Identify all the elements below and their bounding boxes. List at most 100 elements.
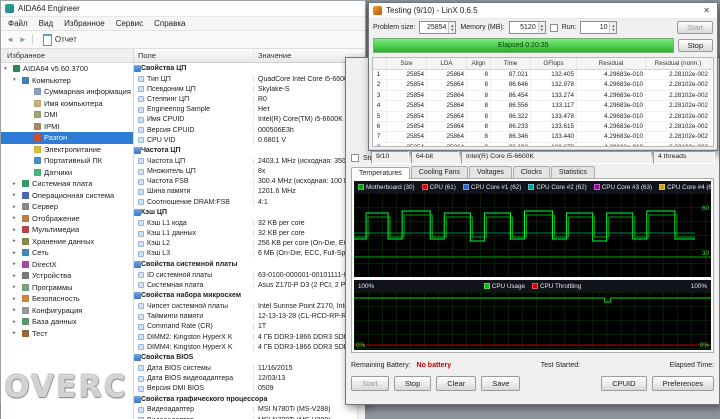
menu-item[interactable]: Справка bbox=[154, 19, 185, 28]
back-icon[interactable]: ◄ bbox=[6, 35, 14, 44]
table-row[interactable]: Версия CPUID 000506E3h bbox=[134, 125, 365, 135]
table-row[interactable]: Кэш L1 кода 32 KB per core bbox=[134, 218, 365, 228]
table-section-row[interactable]: Частота ЦП bbox=[134, 145, 365, 156]
tree-item[interactable]: Суммарная информация bbox=[1, 86, 133, 98]
problem-size-value[interactable]: 25854 bbox=[420, 22, 448, 33]
linx-titlebar[interactable]: Testing (9/10) - LinX 0.6.5 ✕ bbox=[369, 3, 717, 19]
grid-row[interactable]: 1 25854 25864 8 87.021 132.405 4.29683e-010 2.2… bbox=[373, 70, 713, 81]
table-row[interactable]: Частота FSB300.4 MHz (исходная: 100 MHz,… bbox=[134, 177, 365, 187]
run-value[interactable]: 10 bbox=[581, 22, 609, 33]
spinner-down-icon[interactable]: ▼ bbox=[540, 27, 544, 32]
linx-stop-button[interactable]: Stop bbox=[677, 39, 713, 52]
tree-item[interactable]: ▸ Системная плата bbox=[1, 178, 133, 190]
legend-item[interactable]: CPU Core #4 (60) bbox=[659, 184, 711, 191]
close-icon[interactable]: ✕ bbox=[700, 6, 713, 15]
spinner-down-icon[interactable]: ▼ bbox=[611, 27, 615, 32]
tree-item[interactable]: ▸ Мультимедиа bbox=[1, 224, 133, 236]
tree-item[interactable]: IPMI bbox=[1, 121, 133, 133]
legend-item[interactable]: CPU Usage bbox=[483, 283, 525, 290]
field-column-header[interactable]: Поле bbox=[134, 51, 254, 60]
table-row[interactable]: Кэш L3 6 МБ (On-Die, ECC, Full-Speed) bbox=[134, 249, 365, 259]
table-row[interactable]: Дата BIOS системы 11/16/2015 bbox=[134, 363, 365, 373]
grid-row[interactable]: 4 25854 25864 8 86.556 133.117 4.29683e-010 2.2… bbox=[373, 101, 713, 112]
tree-item[interactable]: ▸ Сервер bbox=[1, 201, 133, 213]
legend-item[interactable]: CPU Throttling bbox=[532, 283, 581, 290]
table-row[interactable]: DIMM2: Kingston HyperX K4 ГБ DDR3-1866 D… bbox=[134, 332, 365, 342]
stop-button[interactable]: Stop bbox=[393, 376, 432, 391]
legend-item[interactable]: CPU (61) bbox=[421, 184, 456, 191]
table-section-row[interactable]: Кэш ЦП bbox=[134, 207, 365, 218]
save-button[interactable]: Save bbox=[481, 376, 521, 391]
table-row[interactable]: Системная плата Asus Z170-P D3 (2 PCI, 2 … bbox=[134, 280, 365, 290]
tree-item[interactable]: ▾ Компьютер bbox=[1, 75, 133, 87]
menu-item[interactable]: Избранное bbox=[64, 19, 105, 28]
grid-row[interactable]: 7 25854 25864 8 86.346 133.440 4.29683e-010 2.2… bbox=[373, 132, 713, 143]
menu-item[interactable]: Файл bbox=[8, 19, 28, 28]
grid-row[interactable]: 3 25854 25864 8 86.454 133.274 4.29683e-010 2.2… bbox=[373, 90, 713, 102]
grid-row[interactable]: 6 25854 25864 8 86.233 133.615 4.29683e-010 2.2… bbox=[373, 121, 713, 133]
menu-item[interactable]: Сервис bbox=[116, 19, 143, 28]
tree-item[interactable]: ▸ Операционная система bbox=[1, 190, 133, 202]
tree-item[interactable]: ▾ AIDA64 v5.60.3700 bbox=[1, 63, 133, 75]
memory-value[interactable]: 5120 bbox=[510, 22, 538, 33]
table-row[interactable]: Версия DMI BIOS 0509 bbox=[134, 384, 365, 394]
legend-item[interactable]: Motherboard (30) bbox=[358, 184, 415, 191]
tree-item[interactable]: ▸ База данных bbox=[1, 316, 133, 328]
table-section-row[interactable]: Свойства BIOS bbox=[134, 352, 365, 363]
tab-statistics[interactable]: Statistics bbox=[550, 166, 595, 178]
tree-item[interactable]: ▸ Тест bbox=[1, 328, 133, 340]
stress-gpu-checkbox[interactable] bbox=[351, 154, 359, 162]
tree-item[interactable]: ▸ Конфигурация bbox=[1, 305, 133, 317]
tab-cooling-fans[interactable]: Cooling Fans bbox=[410, 166, 469, 178]
run-stepper[interactable]: 10 ▲ ▼ bbox=[580, 21, 618, 34]
grid-row[interactable]: 82585425864886.192133.6794.29683e-0102.2… bbox=[373, 142, 713, 146]
menu-item[interactable]: Вид bbox=[39, 19, 53, 28]
table-row[interactable]: Чипсет системной платы Intel Sunrise Poin… bbox=[134, 301, 365, 311]
tree-item[interactable]: ▸ Сеть bbox=[1, 247, 133, 259]
table-row[interactable]: Частота ЦП 2403.1 MHz (исходная: 3500 MHz… bbox=[134, 156, 365, 166]
tab-temperatures[interactable]: Temperatures bbox=[351, 167, 410, 179]
tree-item[interactable]: ▸ Хранение данных bbox=[1, 236, 133, 248]
tree-item[interactable]: ▸ Безопасность bbox=[1, 293, 133, 305]
tree-item[interactable]: Имя компьютера bbox=[1, 98, 133, 110]
sidebar-tab-favorites[interactable]: Избранное bbox=[1, 49, 133, 63]
tree-item[interactable]: Разгон bbox=[1, 132, 133, 144]
grid-row[interactable]: 5 25854 25864 8 86.322 133.478 4.29683e-010 2.2… bbox=[373, 111, 713, 122]
legend-item[interactable]: CPU Core #2 (62) bbox=[528, 184, 587, 191]
forward-icon[interactable]: ► bbox=[19, 35, 27, 44]
table-row[interactable]: CPU VID 0.6801 V bbox=[134, 135, 365, 145]
cpuid-button[interactable]: CPUID bbox=[601, 376, 647, 391]
table-section-row[interactable]: Свойства системной платы bbox=[134, 259, 365, 270]
table-row[interactable]: Множитель ЦП 8x bbox=[134, 167, 365, 177]
problem-size-stepper[interactable]: 25854 ▲ ▼ bbox=[419, 21, 457, 34]
grid-row[interactable]: 2 25854 25864 8 86.646 132.978 4.29683e-010 2.2… bbox=[373, 80, 713, 91]
table-row[interactable]: Кэш L2256 KB per core (On-Die, ECC, Full… bbox=[134, 239, 365, 249]
table-row[interactable]: Псевдоним ЦП Skylake-S bbox=[134, 84, 365, 94]
tree-item[interactable]: Датчики bbox=[1, 167, 133, 179]
table-row[interactable]: Шина памяти 1201.6 MHz bbox=[134, 187, 365, 197]
table-row[interactable]: Engineering Sample Нет bbox=[134, 105, 365, 115]
table-row[interactable]: Степпинг ЦП R0 bbox=[134, 94, 365, 104]
start-button[interactable]: Start bbox=[351, 376, 389, 391]
clear-button[interactable]: Clear bbox=[436, 376, 477, 391]
table-row[interactable]: ID системной платы 63-0100-000001-0010111… bbox=[134, 270, 365, 280]
legend-item[interactable]: CPU Core #3 (63) bbox=[593, 184, 652, 191]
tree-item[interactable]: ▸ Программы bbox=[1, 282, 133, 294]
tree-item[interactable]: ▸ Отображение bbox=[1, 213, 133, 225]
tab-voltages[interactable]: Voltages bbox=[469, 166, 512, 178]
memory-all-checkbox[interactable] bbox=[549, 23, 558, 32]
table-row[interactable]: ВидеоадаптерMSI N780Ti (MS-V288) bbox=[134, 405, 365, 415]
table-row[interactable]: Тип ЦП QuadCore Intel Core i5-6600K bbox=[134, 74, 365, 84]
table-row[interactable]: Command Rate (CR) 1T bbox=[134, 322, 365, 332]
table-row[interactable]: ВидеоадаптерMSI N780Ti (MS-V288) bbox=[134, 415, 365, 419]
legend-item[interactable]: CPU Core #1 (62) bbox=[462, 184, 521, 191]
table-row[interactable]: Дата BIOS видеоадаптера 12/03/13 bbox=[134, 374, 365, 384]
memory-stepper[interactable]: 5120 ▲ ▼ bbox=[508, 21, 546, 34]
table-row[interactable]: Кэш L1 данных 32 KB per core bbox=[134, 228, 365, 238]
tree-item[interactable]: Портативный ПК bbox=[1, 155, 133, 167]
tree-item[interactable]: Электропитание bbox=[1, 144, 133, 156]
aida-titlebar[interactable]: AIDA64 Engineer bbox=[1, 1, 365, 17]
tab-clocks[interactable]: Clocks bbox=[512, 166, 550, 178]
linx-start-button[interactable]: Start bbox=[677, 21, 713, 34]
preferences-button[interactable]: Preferences bbox=[651, 376, 714, 391]
